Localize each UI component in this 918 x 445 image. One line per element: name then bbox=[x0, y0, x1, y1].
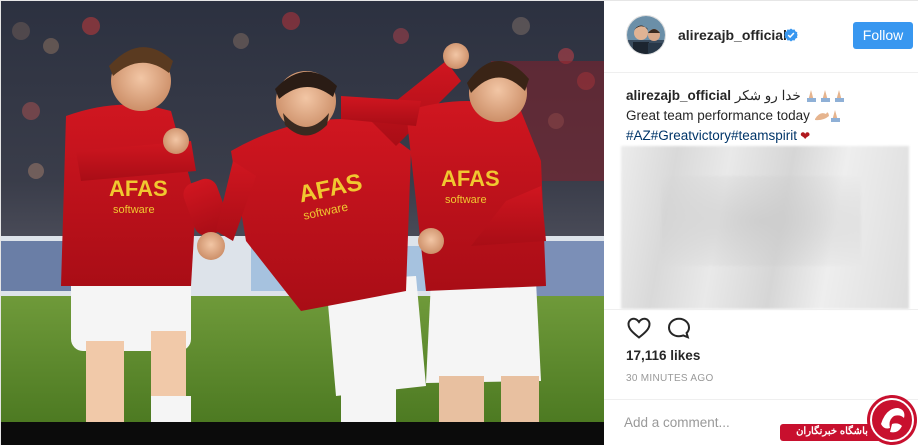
post-photo[interactable]: AFAS software AFAS software AFAS softwar… bbox=[1, 1, 604, 422]
post-actions bbox=[604, 309, 918, 345]
heart-outline-icon[interactable] bbox=[626, 316, 652, 340]
username[interactable]: alirezajb_official bbox=[678, 27, 787, 43]
football-celebration-image: AFAS software AFAS software AFAS softwar… bbox=[1, 1, 604, 422]
watermark-logo-icon bbox=[867, 395, 917, 445]
caption-hashtags[interactable]: #AZ#Greatvictory#teamspirit bbox=[626, 128, 797, 143]
comment-bubble-icon[interactable] bbox=[666, 316, 692, 340]
caption-persian-text: خدا رو شکر bbox=[734, 88, 801, 103]
photo-bottom-bar bbox=[1, 422, 604, 445]
post-side-panel: alirezajb_official Follow alirezajb_offi… bbox=[604, 1, 918, 445]
post-header: alirezajb_official Follow bbox=[604, 1, 918, 73]
likes-count[interactable]: 17,116 likes bbox=[626, 348, 700, 363]
avatar[interactable] bbox=[626, 15, 666, 55]
caption-username[interactable]: alirezajb_official bbox=[626, 88, 731, 103]
blurred-comments-area bbox=[621, 146, 909, 309]
sponsor-left: AFAS bbox=[109, 176, 168, 201]
svg-text:software: software bbox=[113, 204, 155, 216]
verified-badge-icon bbox=[784, 28, 798, 42]
post-timestamp[interactable]: 30 MINUTES AGO bbox=[626, 373, 714, 384]
praying-hands-icon bbox=[805, 88, 847, 107]
flexed-biceps-icon bbox=[814, 108, 846, 127]
watermark: باشگاه خبرنگاران bbox=[780, 394, 918, 445]
sponsor-right: AFAS bbox=[441, 166, 500, 191]
heart-icon: ❤ bbox=[800, 129, 811, 143]
follow-button[interactable]: Follow bbox=[853, 22, 913, 49]
caption-line-2: Great team performance today bbox=[626, 108, 810, 123]
watermark-text: باشگاه خبرنگاران bbox=[796, 426, 868, 437]
post-caption: alirezajb_official خدا رو شکر Great team… bbox=[626, 87, 911, 145]
avatar-image bbox=[627, 16, 665, 54]
instagram-post: AFAS software AFAS software AFAS softwar… bbox=[0, 0, 918, 445]
svg-text:software: software bbox=[445, 194, 487, 206]
